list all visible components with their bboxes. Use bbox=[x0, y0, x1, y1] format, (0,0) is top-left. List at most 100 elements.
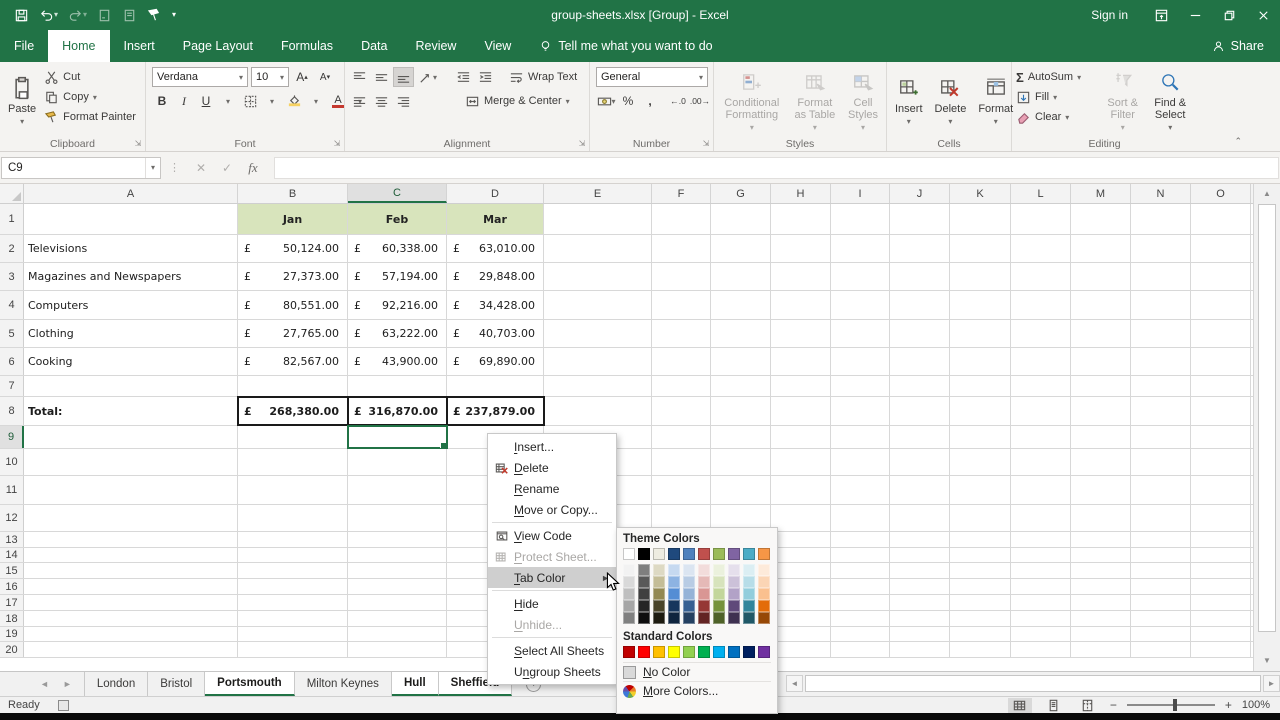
cell-d8[interactable]: £237,879.00 bbox=[447, 397, 544, 425]
cell-l11[interactable] bbox=[1011, 476, 1071, 504]
cell-c9[interactable] bbox=[348, 426, 447, 448]
autosum-button[interactable]: Σ AutoSum▾ bbox=[1014, 67, 1100, 87]
cell-m3[interactable] bbox=[1071, 263, 1131, 290]
collapse-ribbon-icon[interactable]: ⌃ bbox=[1234, 136, 1242, 147]
column-header-d[interactable]: D bbox=[447, 184, 544, 203]
cell-b18[interactable] bbox=[238, 611, 348, 626]
normal-view-button[interactable] bbox=[1008, 698, 1032, 713]
cell-l13[interactable] bbox=[1011, 532, 1071, 547]
cell-f5[interactable] bbox=[652, 320, 711, 347]
menu-item-view-code[interactable]: View Code bbox=[488, 525, 616, 546]
cell-j15[interactable] bbox=[890, 563, 950, 578]
row-header-10[interactable]: 10 bbox=[0, 449, 24, 475]
cell-h6[interactable] bbox=[771, 348, 831, 375]
cell-h12[interactable] bbox=[771, 505, 831, 531]
sheet-tab-milton-keynes[interactable]: Milton Keynes bbox=[295, 672, 392, 696]
restore-button[interactable] bbox=[1212, 0, 1246, 30]
sheet-tab-portsmouth[interactable]: Portsmouth bbox=[205, 672, 295, 696]
cell-a7[interactable] bbox=[24, 376, 238, 396]
column-header-a[interactable]: A bbox=[24, 184, 238, 203]
cell-m9[interactable] bbox=[1071, 426, 1131, 448]
theme-color-variant-swatch[interactable] bbox=[683, 576, 695, 588]
cell-styles-button[interactable]: Cell Styles▾ bbox=[842, 65, 884, 135]
cell-j14[interactable] bbox=[890, 548, 950, 562]
theme-color-variant-swatch[interactable] bbox=[728, 588, 740, 600]
cell-m5[interactable] bbox=[1071, 320, 1131, 347]
cell-k2[interactable] bbox=[950, 235, 1011, 262]
theme-color-variant-swatch[interactable] bbox=[638, 564, 650, 576]
cell-k10[interactable] bbox=[950, 449, 1011, 475]
cell-a8[interactable]: Total: bbox=[24, 397, 238, 425]
cell-o1[interactable] bbox=[1191, 204, 1251, 234]
theme-color-variant-swatch[interactable] bbox=[683, 564, 695, 576]
shrink-font-button[interactable]: A▾ bbox=[315, 67, 335, 87]
row-header-14[interactable]: 14 bbox=[0, 548, 24, 562]
underline-button[interactable]: U bbox=[196, 91, 216, 111]
menu-item-tab-color[interactable]: Tab Color► bbox=[488, 567, 616, 588]
clipboard-dialog-launcher[interactable]: ⇲ bbox=[133, 139, 143, 149]
cell-c5[interactable]: £63,222.00 bbox=[348, 320, 447, 347]
sort-filter-button[interactable]: Sort & Filter▾ bbox=[1100, 65, 1145, 135]
cell-g2[interactable] bbox=[711, 235, 771, 262]
name-box[interactable]: C9 ▾ bbox=[1, 157, 161, 179]
select-all-corner[interactable] bbox=[0, 184, 24, 203]
cell-n11[interactable] bbox=[1131, 476, 1191, 504]
theme-color-variant-swatch[interactable] bbox=[653, 576, 665, 588]
cell-a20[interactable] bbox=[24, 642, 238, 657]
cell-k19[interactable] bbox=[950, 627, 1011, 641]
cell-h13[interactable] bbox=[771, 532, 831, 547]
cell-l3[interactable] bbox=[1011, 263, 1071, 290]
underline-dropdown[interactable]: ▾ bbox=[218, 91, 238, 111]
cell-g3[interactable] bbox=[711, 263, 771, 290]
row-header-4[interactable]: 4 bbox=[0, 291, 24, 319]
scroll-down-icon[interactable]: ▼ bbox=[1254, 651, 1280, 669]
zoom-in-button[interactable]: + bbox=[1225, 698, 1232, 712]
alignment-dialog-launcher[interactable]: ⇲ bbox=[577, 139, 587, 149]
sheet-nav-right-icon[interactable]: ► bbox=[63, 679, 72, 689]
cell-a17[interactable] bbox=[24, 595, 238, 610]
cell-h2[interactable] bbox=[771, 235, 831, 262]
format-painter-button[interactable]: Format Painter bbox=[42, 107, 138, 127]
vertical-scrollbar[interactable]: ▲ ▼ bbox=[1253, 184, 1280, 671]
theme-color-variant-swatch[interactable] bbox=[758, 576, 770, 588]
cell-e1[interactable] bbox=[544, 204, 652, 234]
cell-c4[interactable]: £92,216.00 bbox=[348, 291, 447, 319]
horizontal-scrollbar[interactable]: ◄ ► bbox=[786, 672, 1280, 695]
cell-k15[interactable] bbox=[950, 563, 1011, 578]
cell-j18[interactable] bbox=[890, 611, 950, 626]
cell-j12[interactable] bbox=[890, 505, 950, 531]
ribbon-tab-formulas[interactable]: Formulas bbox=[267, 30, 347, 62]
insert-cells-button[interactable]: Insert▾ bbox=[889, 65, 929, 135]
bold-button[interactable]: B bbox=[152, 91, 172, 111]
cell-k16[interactable] bbox=[950, 579, 1011, 594]
cell-b9[interactable] bbox=[238, 426, 348, 448]
column-header-l[interactable]: L bbox=[1011, 184, 1071, 203]
column-header-j[interactable]: J bbox=[890, 184, 950, 203]
standard-color-swatch[interactable] bbox=[758, 646, 770, 658]
cell-j17[interactable] bbox=[890, 595, 950, 610]
cell-o2[interactable] bbox=[1191, 235, 1251, 262]
cell-k11[interactable] bbox=[950, 476, 1011, 504]
theme-color-variant-swatch[interactable] bbox=[638, 600, 650, 612]
font-name-combobox[interactable]: Verdana▾ bbox=[152, 67, 248, 87]
cell-e4[interactable] bbox=[544, 291, 652, 319]
cell-h5[interactable] bbox=[771, 320, 831, 347]
decrease-indent-button[interactable] bbox=[453, 67, 473, 87]
cell-f8[interactable] bbox=[652, 397, 711, 425]
formula-input[interactable] bbox=[274, 157, 1279, 179]
ribbon-tab-page-layout[interactable]: Page Layout bbox=[169, 30, 267, 62]
column-header-e[interactable]: E bbox=[544, 184, 652, 203]
cell-m20[interactable] bbox=[1071, 642, 1131, 657]
cell-o6[interactable] bbox=[1191, 348, 1251, 375]
cell-g7[interactable] bbox=[711, 376, 771, 396]
cell-g4[interactable] bbox=[711, 291, 771, 319]
cell-l4[interactable] bbox=[1011, 291, 1071, 319]
cell-i9[interactable] bbox=[831, 426, 890, 448]
column-header-c[interactable]: C bbox=[348, 184, 447, 203]
cell-a4[interactable]: Computers bbox=[24, 291, 238, 319]
row-header-17[interactable]: 17 bbox=[0, 595, 24, 610]
theme-color-swatch[interactable] bbox=[698, 548, 710, 560]
theme-color-variant-swatch[interactable] bbox=[683, 612, 695, 624]
ribbon-tab-insert[interactable]: Insert bbox=[110, 30, 169, 62]
cell-a13[interactable] bbox=[24, 532, 238, 547]
